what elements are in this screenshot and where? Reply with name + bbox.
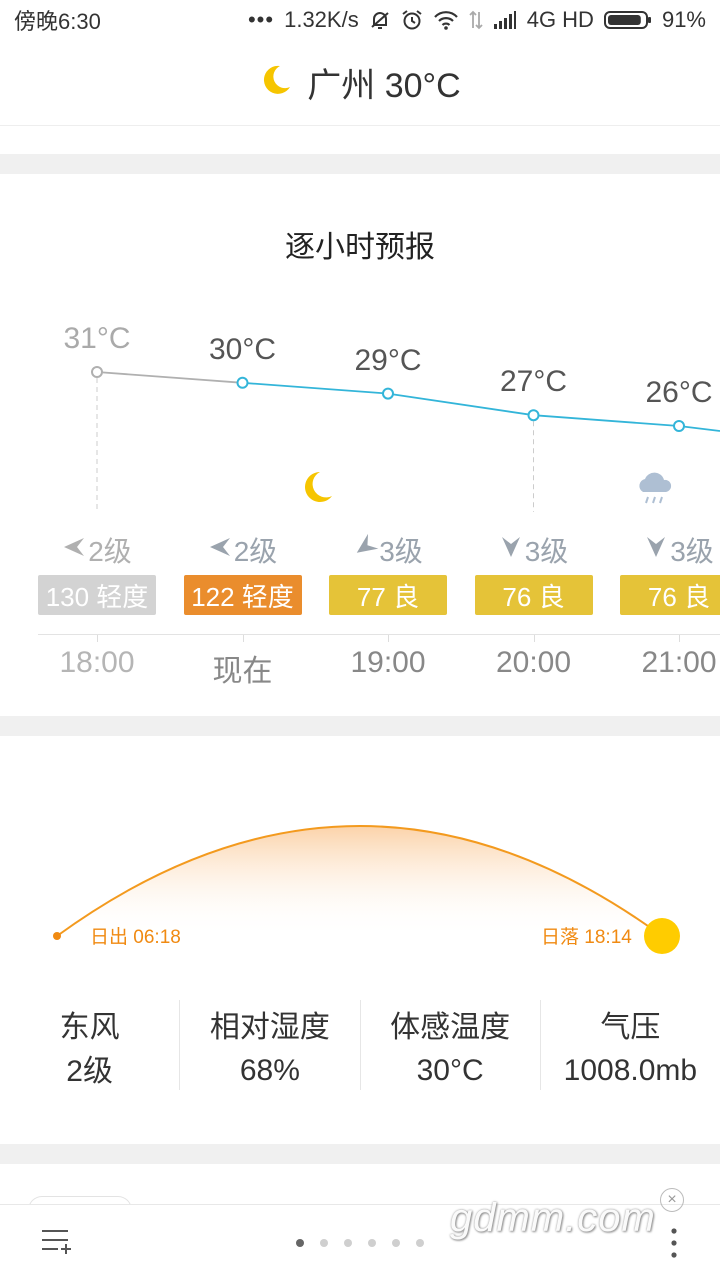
wifi-icon xyxy=(433,9,459,31)
temperature-point xyxy=(236,376,249,389)
cloud-rain-icon xyxy=(633,468,675,513)
stat-label: 相对湿度 xyxy=(209,1011,330,1044)
hour-time: 现在 xyxy=(212,655,273,688)
hour-temperature: 30°C xyxy=(208,332,277,366)
temperature-line-segment xyxy=(96,371,243,384)
section-divider xyxy=(0,154,720,174)
hour-wind: 3级 xyxy=(609,530,720,570)
hour-time: 20:00 xyxy=(495,646,572,679)
status-time: 傍晚6:30 xyxy=(14,9,101,34)
hour-temperature: 31°C xyxy=(63,322,131,355)
stat-wind: 东风 2级 xyxy=(0,1000,181,1090)
city-header[interactable]: 广州 30°C xyxy=(0,40,720,126)
wind-direction-icon xyxy=(208,534,232,566)
wind-level: 3级 xyxy=(524,536,569,567)
stat-label: 东风 xyxy=(59,1011,120,1044)
hour-temperature: 26°C xyxy=(645,376,713,409)
temperature-line-segment xyxy=(533,414,680,427)
hour-wind: 3级 xyxy=(464,530,604,570)
stat-pressure: 气压 1008.0mb xyxy=(541,1000,720,1090)
axis-tick xyxy=(242,634,244,642)
alarm-icon xyxy=(401,9,423,31)
more-options-button[interactable] xyxy=(668,1225,680,1266)
hour-time: 19:00 xyxy=(350,646,426,679)
axis-tick xyxy=(533,634,535,642)
weather-stats: 东风 2级 相对湿度 68% 体感温度 30°C 气压 1008.0mb xyxy=(0,1000,720,1090)
wind-level: 2级 xyxy=(233,536,278,567)
sunrise-time: 日出 06:18 xyxy=(90,927,181,948)
hour-time: 21:00 xyxy=(641,646,717,679)
stat-humidity: 相对湿度 68% xyxy=(180,1000,361,1090)
aqi-badge: 76 良 xyxy=(620,575,720,615)
stat-value: 30°C xyxy=(416,1054,484,1087)
temperature-point xyxy=(673,420,685,432)
aqi-badge: 122 轻度 xyxy=(183,575,302,615)
sunset-time: 日落 18:14 xyxy=(541,927,632,948)
temperature-line-segment xyxy=(242,381,389,395)
sunrise-dot xyxy=(53,932,61,940)
aqi-badge: 130 轻度 xyxy=(38,575,156,615)
axis-tick xyxy=(388,634,389,642)
wind-direction-icon xyxy=(644,534,668,566)
net-speed: 1.32K/s xyxy=(284,7,359,32)
battery-percent: 91% xyxy=(661,7,706,32)
signal-icon xyxy=(493,10,517,30)
temperature-point xyxy=(91,366,103,378)
hour-wind: 3级 xyxy=(318,530,458,570)
dots-icon: ••• xyxy=(247,7,275,32)
aqi-badge: 77 良 xyxy=(329,575,447,615)
stat-value: 1008.0mb xyxy=(563,1054,698,1087)
temperature-point xyxy=(382,387,394,400)
section-divider xyxy=(0,716,720,736)
page-dot xyxy=(296,1239,304,1247)
status-right: ••• 1.32K/s 4G HD 91% xyxy=(248,7,706,33)
city-list-button[interactable] xyxy=(40,1227,72,1260)
close-ad-button[interactable]: × xyxy=(660,1188,684,1212)
page-dot xyxy=(416,1239,424,1247)
hour-temperature: 27°C xyxy=(499,365,568,399)
timeline-axis xyxy=(38,634,720,635)
wind-direction-icon xyxy=(353,533,379,566)
data-transfer-icon xyxy=(469,9,483,31)
mute-bell-icon xyxy=(369,9,391,31)
city-title: 广州 30°C xyxy=(307,67,461,105)
hour-temperature: 29°C xyxy=(354,343,422,377)
watermark: gdmm.com xyxy=(450,1196,656,1240)
stat-feels-like: 体感温度 30°C xyxy=(361,1000,541,1090)
wind-direction-icon xyxy=(62,534,86,566)
moon-icon xyxy=(300,470,334,511)
wind-level: 2级 xyxy=(88,536,132,567)
aqi-badge: 76 良 xyxy=(474,575,593,615)
hour-wind: 2级 xyxy=(173,530,313,570)
network-type: 4G HD xyxy=(526,7,594,32)
sun-icon xyxy=(644,918,680,954)
wind-level: 3级 xyxy=(379,536,423,567)
hourly-forecast-title: 逐小时预报 xyxy=(285,231,435,264)
stat-value: 2级 xyxy=(66,1055,113,1088)
page-dot xyxy=(320,1239,328,1247)
page-dot xyxy=(392,1239,400,1247)
wind-direction-icon xyxy=(499,534,523,566)
section-divider xyxy=(0,1144,720,1164)
stat-value: 68% xyxy=(239,1054,300,1087)
battery-icon xyxy=(603,9,652,31)
page-dot xyxy=(344,1239,352,1247)
page-dot xyxy=(368,1239,376,1247)
stat-label: 气压 xyxy=(600,1011,661,1044)
wind-level: 3级 xyxy=(670,536,714,567)
status-bar: 傍晚6:30 ••• 1.32K/s 4G HD 91% xyxy=(0,0,720,40)
axis-tick xyxy=(97,634,98,642)
hour-time: 18:00 xyxy=(59,646,135,679)
temperature-line-segment xyxy=(678,425,720,432)
moon-icon xyxy=(259,63,293,102)
page-indicator xyxy=(296,1239,424,1247)
stat-label: 体感温度 xyxy=(390,1011,511,1044)
hour-wind: 2级 xyxy=(27,530,167,570)
temperature-point xyxy=(527,409,540,422)
axis-tick xyxy=(679,634,680,642)
